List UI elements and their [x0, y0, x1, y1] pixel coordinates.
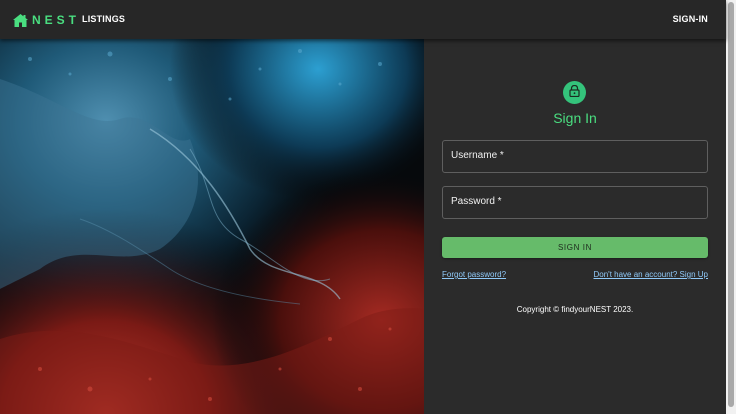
- username-label: Username *: [451, 150, 504, 161]
- lock-avatar: [563, 81, 586, 104]
- copyright-text: Copyright © findyourNEST 2023.: [516, 305, 634, 314]
- signin-button[interactable]: SIGN IN: [442, 237, 708, 258]
- logo-text: NEST: [32, 13, 81, 27]
- app-bar: NEST LISTINGS SIGN-IN: [0, 0, 726, 39]
- scrollbar-thumb[interactable]: [728, 2, 734, 407]
- logo[interactable]: NEST: [13, 12, 80, 28]
- signup-link[interactable]: Don't have an account? Sign Up: [594, 270, 709, 280]
- password-field[interactable]: Password *: [442, 186, 708, 219]
- signin-title: Sign In: [553, 110, 597, 126]
- nav-signin-link[interactable]: SIGN-IN: [673, 14, 708, 24]
- password-label: Password *: [451, 196, 502, 207]
- scrollbar[interactable]: [726, 0, 736, 414]
- forgot-password-link[interactable]: Forgot password?: [442, 270, 506, 280]
- hero-image: [0, 39, 424, 414]
- username-field[interactable]: Username *: [442, 140, 708, 173]
- house-icon: [13, 13, 28, 27]
- nav-listings-link[interactable]: LISTINGS: [82, 14, 125, 24]
- lock-icon: [569, 84, 580, 102]
